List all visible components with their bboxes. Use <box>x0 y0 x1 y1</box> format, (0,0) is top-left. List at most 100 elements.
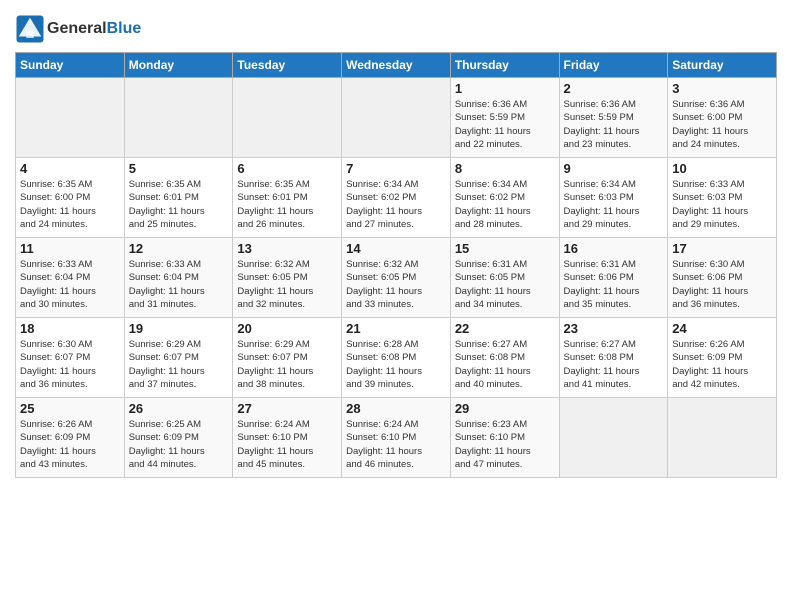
day-info: Sunrise: 6:30 AM Sunset: 6:07 PM Dayligh… <box>20 338 120 391</box>
day-info: Sunrise: 6:36 AM Sunset: 5:59 PM Dayligh… <box>564 98 664 151</box>
day-number: 8 <box>455 161 555 176</box>
logo-icon <box>15 14 45 44</box>
day-number: 24 <box>672 321 772 336</box>
day-number: 12 <box>129 241 229 256</box>
calendar-week-4: 18 Sunrise: 6:30 AM Sunset: 6:07 PM Dayli… <box>16 318 777 398</box>
day-number: 16 <box>564 241 664 256</box>
day-info: Sunrise: 6:34 AM Sunset: 6:02 PM Dayligh… <box>455 178 555 231</box>
day-number: 14 <box>346 241 446 256</box>
calendar-cell: 16 Sunrise: 6:31 AM Sunset: 6:06 PM Dayli… <box>559 238 668 318</box>
day-number: 21 <box>346 321 446 336</box>
day-info: Sunrise: 6:29 AM Sunset: 6:07 PM Dayligh… <box>129 338 229 391</box>
calendar-cell <box>124 78 233 158</box>
day-number: 3 <box>672 81 772 96</box>
calendar-cell: 22 Sunrise: 6:27 AM Sunset: 6:08 PM Dayli… <box>450 318 559 398</box>
day-info: Sunrise: 6:34 AM Sunset: 6:02 PM Dayligh… <box>346 178 446 231</box>
calendar-cell: 25 Sunrise: 6:26 AM Sunset: 6:09 PM Dayli… <box>16 398 125 478</box>
calendar-cell: 27 Sunrise: 6:24 AM Sunset: 6:10 PM Dayli… <box>233 398 342 478</box>
day-info: Sunrise: 6:35 AM Sunset: 6:01 PM Dayligh… <box>237 178 337 231</box>
day-number: 19 <box>129 321 229 336</box>
header-sunday: Sunday <box>16 53 125 78</box>
day-number: 13 <box>237 241 337 256</box>
calendar-cell: 20 Sunrise: 6:29 AM Sunset: 6:07 PM Dayli… <box>233 318 342 398</box>
calendar-table: SundayMondayTuesdayWednesdayThursdayFrid… <box>15 52 777 478</box>
logo-name: GeneralBlue <box>47 20 141 38</box>
day-number: 6 <box>237 161 337 176</box>
logo: GeneralBlue <box>15 14 141 44</box>
calendar-cell: 15 Sunrise: 6:31 AM Sunset: 6:05 PM Dayli… <box>450 238 559 318</box>
day-info: Sunrise: 6:35 AM Sunset: 6:01 PM Dayligh… <box>129 178 229 231</box>
calendar-cell <box>559 398 668 478</box>
day-number: 11 <box>20 241 120 256</box>
day-number: 1 <box>455 81 555 96</box>
calendar-cell: 4 Sunrise: 6:35 AM Sunset: 6:00 PM Daylig… <box>16 158 125 238</box>
day-number: 2 <box>564 81 664 96</box>
day-number: 10 <box>672 161 772 176</box>
day-number: 15 <box>455 241 555 256</box>
day-number: 7 <box>346 161 446 176</box>
day-info: Sunrise: 6:33 AM Sunset: 6:03 PM Dayligh… <box>672 178 772 231</box>
day-info: Sunrise: 6:29 AM Sunset: 6:07 PM Dayligh… <box>237 338 337 391</box>
day-info: Sunrise: 6:27 AM Sunset: 6:08 PM Dayligh… <box>455 338 555 391</box>
calendar-week-5: 25 Sunrise: 6:26 AM Sunset: 6:09 PM Dayli… <box>16 398 777 478</box>
day-info: Sunrise: 6:32 AM Sunset: 6:05 PM Dayligh… <box>346 258 446 311</box>
calendar-cell: 13Sunrise: 6:32 AM Sunset: 6:05 PM Dayli… <box>233 238 342 318</box>
calendar-cell: 5 Sunrise: 6:35 AM Sunset: 6:01 PM Daylig… <box>124 158 233 238</box>
day-info: Sunrise: 6:31 AM Sunset: 6:05 PM Dayligh… <box>455 258 555 311</box>
day-info: Sunrise: 6:25 AM Sunset: 6:09 PM Dayligh… <box>129 418 229 471</box>
calendar-cell: 8 Sunrise: 6:34 AM Sunset: 6:02 PM Daylig… <box>450 158 559 238</box>
calendar-cell: 12Sunrise: 6:33 AM Sunset: 6:04 PM Dayli… <box>124 238 233 318</box>
day-info: Sunrise: 6:23 AM Sunset: 6:10 PM Dayligh… <box>455 418 555 471</box>
day-info: Sunrise: 6:27 AM Sunset: 6:08 PM Dayligh… <box>564 338 664 391</box>
day-number: 23 <box>564 321 664 336</box>
calendar-cell: 9Sunrise: 6:34 AM Sunset: 6:03 PM Daylig… <box>559 158 668 238</box>
calendar-cell <box>233 78 342 158</box>
day-number: 25 <box>20 401 120 416</box>
calendar-cell: 29 Sunrise: 6:23 AM Sunset: 6:10 PM Dayli… <box>450 398 559 478</box>
header-thursday: Thursday <box>450 53 559 78</box>
day-info: Sunrise: 6:33 AM Sunset: 6:04 PM Dayligh… <box>20 258 120 311</box>
calendar-week-3: 11 Sunrise: 6:33 AM Sunset: 6:04 PM Dayli… <box>16 238 777 318</box>
day-info: Sunrise: 6:24 AM Sunset: 6:10 PM Dayligh… <box>346 418 446 471</box>
calendar-cell: 1 Sunrise: 6:36 AM Sunset: 5:59 PM Daylig… <box>450 78 559 158</box>
day-info: Sunrise: 6:35 AM Sunset: 6:00 PM Dayligh… <box>20 178 120 231</box>
calendar-cell: 23 Sunrise: 6:27 AM Sunset: 6:08 PM Dayli… <box>559 318 668 398</box>
day-info: Sunrise: 6:26 AM Sunset: 6:09 PM Dayligh… <box>20 418 120 471</box>
calendar-header-row: SundayMondayTuesdayWednesdayThursdayFrid… <box>16 53 777 78</box>
calendar-cell: 11 Sunrise: 6:33 AM Sunset: 6:04 PM Dayli… <box>16 238 125 318</box>
day-info: Sunrise: 6:36 AM Sunset: 5:59 PM Dayligh… <box>455 98 555 151</box>
day-number: 17 <box>672 241 772 256</box>
day-number: 28 <box>346 401 446 416</box>
calendar-cell: 10 Sunrise: 6:33 AM Sunset: 6:03 PM Dayli… <box>668 158 777 238</box>
day-number: 20 <box>237 321 337 336</box>
calendar-cell <box>16 78 125 158</box>
calendar-cell: 21 Sunrise: 6:28 AM Sunset: 6:08 PM Dayli… <box>342 318 451 398</box>
day-info: Sunrise: 6:31 AM Sunset: 6:06 PM Dayligh… <box>564 258 664 311</box>
calendar-cell: 17Sunrise: 6:30 AM Sunset: 6:06 PM Dayli… <box>668 238 777 318</box>
calendar-cell: 19 Sunrise: 6:29 AM Sunset: 6:07 PM Dayli… <box>124 318 233 398</box>
calendar-cell: 28 Sunrise: 6:24 AM Sunset: 6:10 PM Dayli… <box>342 398 451 478</box>
day-number: 9 <box>564 161 664 176</box>
day-number: 4 <box>20 161 120 176</box>
calendar-week-1: 1 Sunrise: 6:36 AM Sunset: 5:59 PM Daylig… <box>16 78 777 158</box>
calendar-cell: 18 Sunrise: 6:30 AM Sunset: 6:07 PM Dayli… <box>16 318 125 398</box>
day-number: 22 <box>455 321 555 336</box>
day-number: 18 <box>20 321 120 336</box>
day-number: 27 <box>237 401 337 416</box>
calendar-cell: 3Sunrise: 6:36 AM Sunset: 6:00 PM Daylig… <box>668 78 777 158</box>
calendar-week-2: 4 Sunrise: 6:35 AM Sunset: 6:00 PM Daylig… <box>16 158 777 238</box>
header-saturday: Saturday <box>668 53 777 78</box>
calendar-cell: 24Sunrise: 6:26 AM Sunset: 6:09 PM Dayli… <box>668 318 777 398</box>
header-friday: Friday <box>559 53 668 78</box>
page-header: GeneralBlue <box>15 10 777 44</box>
day-number: 5 <box>129 161 229 176</box>
day-info: Sunrise: 6:24 AM Sunset: 6:10 PM Dayligh… <box>237 418 337 471</box>
calendar-cell <box>342 78 451 158</box>
calendar-cell: 6 Sunrise: 6:35 AM Sunset: 6:01 PM Daylig… <box>233 158 342 238</box>
header-tuesday: Tuesday <box>233 53 342 78</box>
calendar-cell <box>668 398 777 478</box>
calendar-cell: 7 Sunrise: 6:34 AM Sunset: 6:02 PM Daylig… <box>342 158 451 238</box>
day-number: 29 <box>455 401 555 416</box>
day-info: Sunrise: 6:28 AM Sunset: 6:08 PM Dayligh… <box>346 338 446 391</box>
calendar-cell: 14 Sunrise: 6:32 AM Sunset: 6:05 PM Dayli… <box>342 238 451 318</box>
